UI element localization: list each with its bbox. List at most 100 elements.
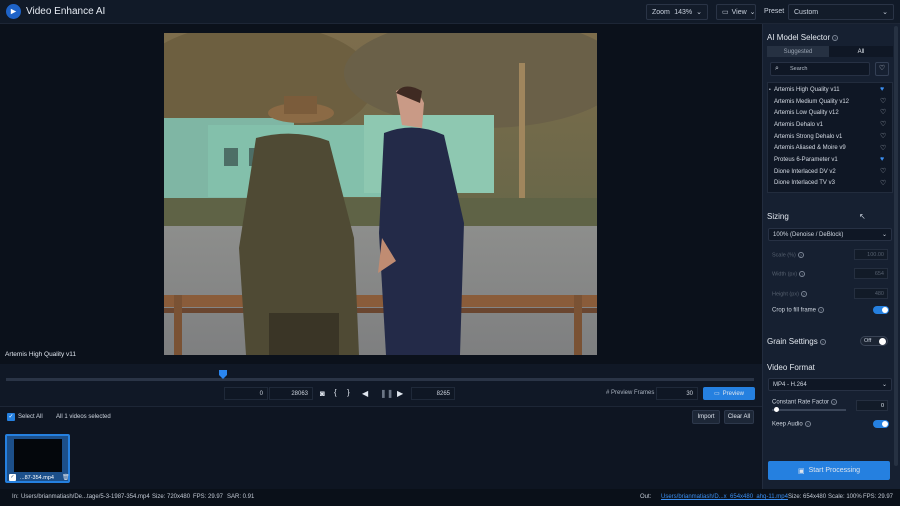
crf-input[interactable]: 0 [856,400,888,411]
model-list-item[interactable]: Artemis High Quality v11 ♥ • [768,84,892,96]
current-frame-field[interactable]: 8265 [411,387,455,400]
grain-toggle[interactable]: Off [860,336,888,346]
height-input: 480 [854,288,888,299]
model-list-item[interactable]: Artemis Strong Dehalo v1 ♡ [768,131,892,143]
start-processing-button[interactable]: ▣ Start Processing [768,461,890,480]
sidebar-scrollbar[interactable] [894,26,898,466]
scale-label: Scale (%)? [772,252,804,259]
heart-outline-icon[interactable]: ♡ [880,145,886,152]
heart-outline-icon[interactable]: ♡ [880,168,886,175]
preset-dropdown[interactable]: Custom ⌄ [788,4,894,20]
help-icon: ? [800,291,807,297]
mark-out-icon[interactable]: } [347,388,350,397]
crf-slider-handle[interactable] [774,407,779,412]
model-list-item[interactable]: Artemis Medium Quality v12 ♡ [768,96,892,108]
help-icon[interactable]: ? [832,34,839,41]
help-icon[interactable]: ? [818,307,825,313]
sizing-preset-dropdown[interactable]: 100% (Denoise / DeBlock) ⌄ [768,228,892,241]
clear-all-button[interactable]: Clear All [724,410,754,424]
tab-suggested[interactable]: Suggested [767,46,829,57]
output-path-link[interactable]: Users/brianmatiash/D...x_654x480_ahq-11.… [661,494,788,500]
heart-outline-icon[interactable]: ♡ [880,121,886,128]
select-all-checkbox[interactable]: ✓ [7,413,15,421]
ai-model-selector-title: AI Model Selector? [767,33,839,42]
format-dropdown[interactable]: MP4 - H.264 ⌄ [768,378,892,391]
output-scale: Scale: 100% [828,494,862,500]
zoom-value: 143% [674,8,693,16]
heart-outline-icon[interactable]: ♡ [880,133,886,140]
model-name: Dione Interlaced TV v3 [774,180,835,187]
preset-label: Preset [764,8,785,15]
model-list-item[interactable]: Artemis Aliased & Moire v9 ♡ [768,143,892,155]
video-thumbnail[interactable]: ✓ ...87-354.mp4 🗑 [5,434,70,483]
preview-frames-field[interactable]: 30 [656,387,698,400]
width-input: 654 [854,268,888,279]
model-list-item[interactable]: Proteus 6-Parameter v1 ♥ [768,154,892,166]
timeline-track[interactable] [6,378,754,381]
input-path: Users/brianmatiash/De...tage/5-3-1987-35… [21,494,150,500]
crf-slider[interactable] [772,409,846,411]
active-indicator-icon: • [769,87,771,93]
help-icon[interactable]: ? [819,338,826,345]
search-input[interactable]: ⌕ Search [770,62,870,76]
favorites-filter-icon[interactable]: ♡ [875,62,889,76]
output-size: Size: 654x480 [788,494,827,500]
thumbnail-filename: ...87-354.mp4 [20,475,54,481]
video-frame[interactable] [164,33,597,355]
model-name: Artemis High Quality v11 [774,86,840,93]
help-icon: ? [799,271,806,277]
view-icon: ▭ [722,9,729,16]
mark-in-icon[interactable]: { [334,388,337,397]
help-icon[interactable]: ? [804,421,811,427]
chevron-down-icon: ⌄ [881,232,887,238]
preview-button[interactable]: ▭ Preview [703,387,755,400]
model-name: Artemis Aliased & Moire v9 [774,145,846,152]
help-icon[interactable]: ? [831,399,838,405]
import-button[interactable]: Import [692,410,720,424]
playhead-marker[interactable] [218,370,227,379]
trash-icon[interactable]: 🗑 [62,474,70,481]
pause-icon[interactable]: ❚❚ [380,389,393,398]
grain-settings-title: Grain Settings? [767,337,826,346]
preset-value: Custom [794,8,819,16]
tab-all[interactable]: All [829,46,893,57]
model-list-item[interactable]: Artemis Low Quality v12 ♡ [768,107,892,119]
video-format-title: Video Format [767,363,815,372]
height-label: Height (px)? [772,291,807,298]
view-menu[interactable]: ▭ View ⌄ [716,4,756,20]
thumbnail-preview [14,439,62,472]
heart-outline-icon[interactable]: ♡ [880,180,886,187]
heart-outline-icon[interactable]: ♡ [880,98,886,105]
end-frame-field[interactable]: 28063 [269,387,313,400]
thumbnail-checkbox[interactable]: ✓ [9,474,16,481]
toggle-knob [879,338,886,345]
model-list-item[interactable]: Dione Interlaced DV v2 ♡ [768,166,892,178]
chevron-down-icon: ⌄ [696,9,702,16]
preview-button-label: Preview [722,390,744,397]
model-name: Artemis Low Quality v12 [774,110,839,117]
model-list-item[interactable]: Artemis Dehalo v1 ♡ [768,119,892,131]
preview-frames-label: # Preview Frames [606,390,655,396]
chevron-down-icon: ⌄ [882,9,888,16]
chevron-down-icon: ⌄ [749,9,756,16]
model-list-item[interactable]: Dione Interlaced TV v3 ♡ [768,178,892,190]
sizing-preset-value: 100% (Denoise / DeBlock) [773,231,844,238]
preview-icon: ▭ [713,391,720,397]
output-label: Out: [640,494,652,500]
model-name: Artemis Dehalo v1 [774,121,824,128]
view-label: View [731,8,747,16]
heart-filled-icon[interactable]: ♥ [880,86,886,93]
keep-audio-toggle[interactable] [873,420,889,428]
crop-toggle[interactable] [873,306,889,314]
snapshot-camera-icon[interactable]: ◙ [320,389,325,398]
keep-audio-label: Keep Audio? [772,421,811,428]
heart-filled-icon[interactable]: ♥ [880,156,886,163]
start-processing-label: Start Processing [808,467,860,474]
start-frame-field[interactable]: 0 [224,387,268,400]
step-forward-icon[interactable]: ▶ [397,389,403,398]
heart-outline-icon[interactable]: ♡ [880,109,886,116]
file-list-panel [0,406,762,489]
input-fps: FPS: 29.97 [193,494,224,500]
zoom-control[interactable]: Zoom 143% ⌄ [646,4,708,20]
step-back-icon[interactable]: ◀ [362,389,368,398]
